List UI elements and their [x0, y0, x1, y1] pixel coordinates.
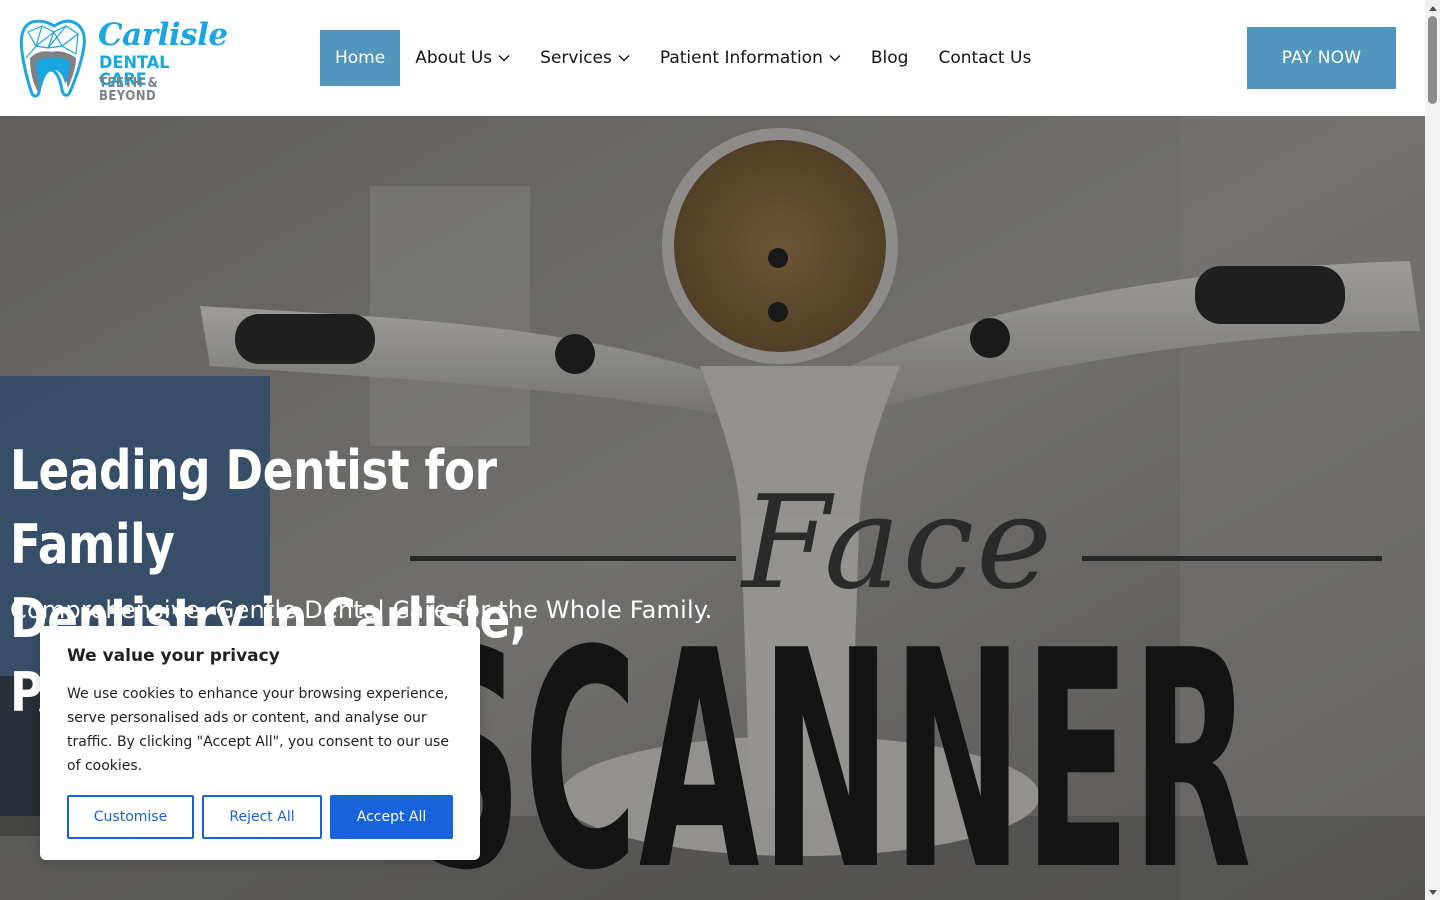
logo-tagline: TEETH & BEYOND: [99, 76, 159, 104]
chevron-down-icon: [618, 54, 630, 62]
nav-item-label: Home: [335, 48, 386, 68]
nav-item-home[interactable]: Home: [320, 30, 401, 86]
cookie-consent-banner: We value your privacy We use cookies to …: [40, 626, 480, 860]
reject-all-button[interactable]: Reject All: [202, 795, 322, 839]
pay-now-button[interactable]: PAY NOW: [1247, 27, 1396, 89]
chevron-down-icon: [498, 54, 510, 62]
site-logo[interactable]: Carlisle DENTAL CARE TEETH & BEYOND: [18, 18, 228, 104]
nav-item-label: Contact Us: [938, 48, 1032, 68]
customise-button[interactable]: Customise: [67, 795, 194, 839]
hero-title-line-1: Leading Dentist for Family: [10, 439, 497, 576]
scrollbar-thumb[interactable]: [1428, 16, 1437, 104]
nav-item-about-us[interactable]: About Us: [400, 30, 525, 86]
tooth-logo-icon: [19, 19, 86, 98]
cookie-buttons: Customise Reject All Accept All: [67, 795, 453, 839]
nav-item-services[interactable]: Services: [525, 30, 645, 86]
nav-item-contact-us[interactable]: Contact Us: [923, 30, 1046, 86]
accept-all-button[interactable]: Accept All: [330, 795, 453, 839]
nav-item-label: Services: [540, 48, 612, 68]
cookie-body: We use cookies to enhance your browsing …: [67, 686, 449, 774]
nav-item-label: About Us: [415, 48, 493, 68]
logo-name: Carlisle: [98, 17, 228, 53]
nav-item-label: Blog: [870, 48, 909, 68]
chevron-down-icon: [829, 54, 841, 62]
nav-item-patient-information[interactable]: Patient Information: [645, 30, 856, 86]
main-nav: Home About Us Services Patient Informati…: [320, 30, 1046, 86]
scroll-up-arrow-icon[interactable]: [1425, 0, 1440, 15]
hero-subtitle: Comprehensive, Gentle Dental Care for th…: [10, 596, 713, 624]
nav-item-label: Patient Information: [659, 48, 823, 68]
scroll-down-arrow-icon[interactable]: [1425, 885, 1440, 900]
cookie-title: We value your privacy: [67, 646, 280, 666]
page-scrollbar[interactable]: [1425, 0, 1440, 900]
site-header: Carlisle DENTAL CARE TEETH & BEYOND Home…: [0, 0, 1425, 116]
face-line-right: [1082, 556, 1382, 561]
nav-item-blog[interactable]: Blog: [856, 30, 924, 86]
